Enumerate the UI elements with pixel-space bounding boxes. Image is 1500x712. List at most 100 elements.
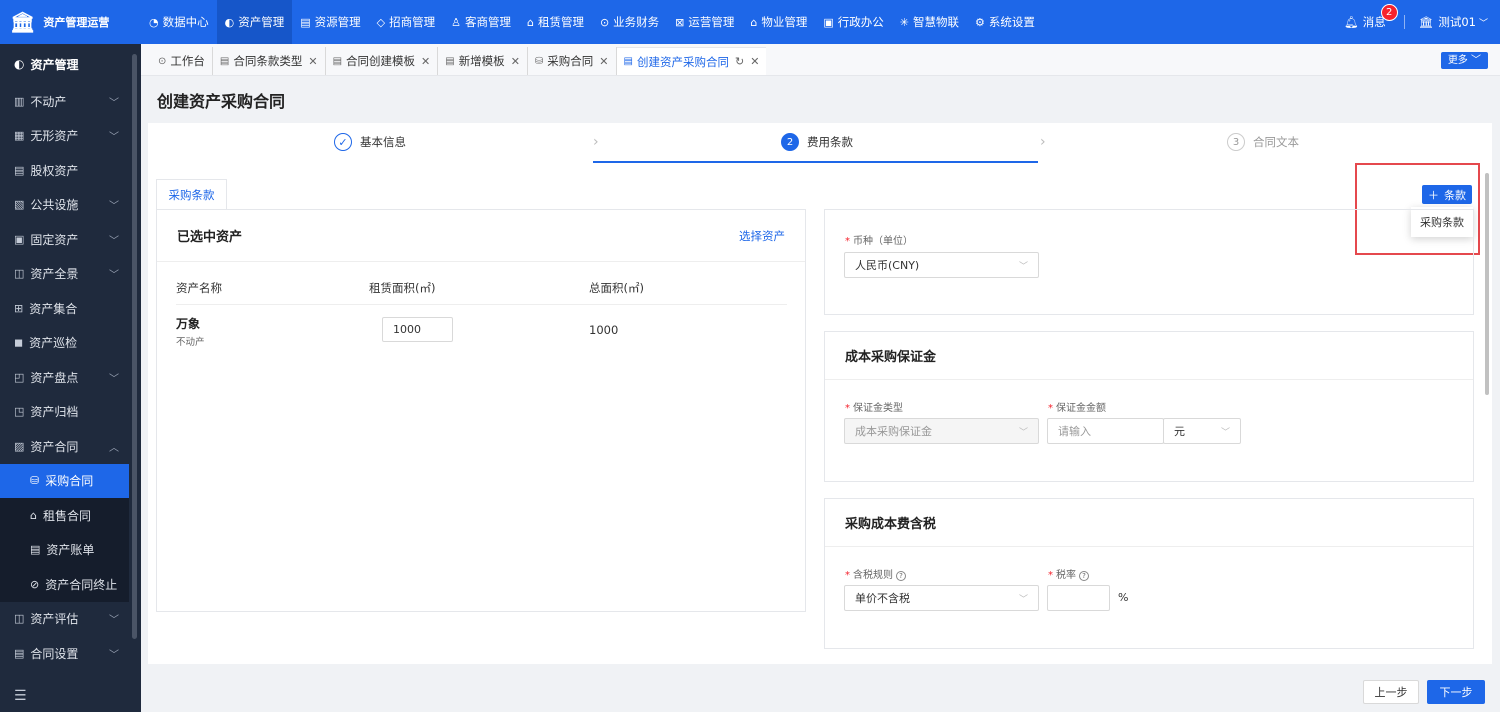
sidebar-item[interactable]: ◼ 资产巡检 xyxy=(0,326,141,361)
step-label: 合同文本 xyxy=(1253,135,1299,149)
selected-assets-panel: 已选中资产 选择资产 资产名称 租赁面积(㎡) 总面积(㎡) 万象 不动产 10… xyxy=(156,209,806,612)
chevron-down-icon: ﹀ xyxy=(1478,18,1488,29)
sidebar-subitem[interactable]: ⊘ 资产合同终止 xyxy=(0,567,129,602)
nav-item-label: 数据中心 xyxy=(162,15,209,29)
deposit-amount-label: * 保证金金额 xyxy=(1048,403,1106,414)
tab[interactable]: ▤ 合同条款类型 ✕ xyxy=(213,47,326,75)
iot-icon: ✳ xyxy=(899,15,909,29)
active-step-indicator xyxy=(593,161,1038,163)
panel-title: 已选中资产 xyxy=(177,230,243,245)
sidebar-item[interactable]: ◫ 资产全景 ﹀ xyxy=(0,257,141,292)
step-basic-info[interactable]: ✓ 基本信息 xyxy=(334,133,406,151)
chart-icon: ◔ xyxy=(149,15,159,29)
help-icon: ? xyxy=(896,571,906,581)
deposit-type-label: * 保证金类型 xyxy=(845,403,903,414)
more-button[interactable]: 更多 ﹀ xyxy=(1440,52,1488,69)
sidebar-item[interactable]: ▨ 资产合同 ︿ xyxy=(0,429,141,464)
nav-item[interactable]: ◐ 资产管理 xyxy=(216,0,293,44)
chevron-down-icon: ﹀ xyxy=(1018,261,1028,272)
close-icon[interactable]: ✕ xyxy=(599,55,608,68)
sidebar-item[interactable]: ▣ 固定资产 ﹀ xyxy=(0,222,141,257)
step-fee-terms[interactable]: 2 费用条款 xyxy=(781,133,853,151)
sidebar-subitem[interactable]: ⌂ 租售合同 xyxy=(0,498,129,533)
nav-item[interactable]: ◔ 数据中心 xyxy=(141,0,217,44)
menu-icon: ▤ xyxy=(14,163,25,177)
next-step-button[interactable]: 下一步 xyxy=(1427,680,1485,704)
top-navbar: 🏛 资产管理运营 ◔ 数据中心 ◐ 资产管理 ▤ 资源管理 ◇ 招商管理 ♙ 客商管理 ⌂ 租赁管理 ⊙… xyxy=(0,0,1500,44)
chevron-icon: ﹀ xyxy=(109,132,119,144)
sidebar-item-label: 公共设施 xyxy=(30,198,79,213)
sidebar-title: 资产管理 xyxy=(30,57,79,72)
step-label: 基本信息 xyxy=(360,135,406,149)
content-scrollbar[interactable] xyxy=(1485,173,1489,395)
currency-value: 人民币(CNY) xyxy=(855,259,920,272)
sidebar-subitem-label: 租售合同 xyxy=(42,508,91,523)
tax-rate-input[interactable] xyxy=(1047,585,1110,611)
user-name: 测试01 xyxy=(1438,15,1476,29)
tax-rule-value: 单价不含税 xyxy=(855,592,910,605)
user-menu[interactable]: 🏛 测试01 ﹀ xyxy=(1419,14,1488,30)
sidebar-item[interactable]: ▥ 不动产 ﹀ xyxy=(0,84,141,119)
select-assets-link[interactable]: 选择资产 xyxy=(739,228,785,244)
close-icon[interactable]: ✕ xyxy=(750,55,759,68)
deposit-unit-select[interactable]: 元 ﹀ xyxy=(1163,418,1241,444)
sidebar-item[interactable]: ▤ 股权资产 xyxy=(0,153,141,188)
menu-icon: ▦ xyxy=(14,129,25,143)
divider xyxy=(1403,15,1405,29)
add-clause-button[interactable]: ＋ 条款 xyxy=(1422,185,1472,204)
sidebar-subitem[interactable]: ▤ 资产账单 xyxy=(0,532,129,567)
sidebar-item[interactable]: ◫ 资产评估 ﹀ xyxy=(0,602,141,637)
nav-item[interactable]: ✳ 智慧物联 xyxy=(892,0,967,44)
nav-item-label: 行政办公 xyxy=(837,15,884,29)
nav-item[interactable]: ⚙ 系统设置 xyxy=(967,0,1043,44)
step-contract-text[interactable]: 3 合同文本 xyxy=(1227,133,1299,151)
tab[interactable]: ▤ 合同创建模板 ✕ xyxy=(326,47,439,75)
coin-icon: ⊙ xyxy=(599,15,610,29)
nav-item-label: 客商管理 xyxy=(464,15,511,29)
add-clause-label: 条款 xyxy=(1444,188,1466,202)
main-nav: ◔ 数据中心 ◐ 资产管理 ▤ 资源管理 ◇ 招商管理 ♙ 客商管理 ⌂ 租赁管理 ⊙ 业务财务 ⊠ 运营管理… xyxy=(141,0,1043,44)
tab-label: 新增模板 xyxy=(458,54,505,68)
currency-select[interactable]: 人民币(CNY) ﹀ xyxy=(844,252,1039,278)
tab[interactable]: ⛁ 采购合同 ✕ xyxy=(528,47,617,75)
tab[interactable]: ⊙ 工作台 xyxy=(151,47,213,75)
nav-item[interactable]: ⌂ 租赁管理 xyxy=(519,0,592,44)
deposit-type-select[interactable]: 成本采购保证金 ﹀ xyxy=(844,418,1039,444)
home-icon: ⌂ xyxy=(526,15,534,29)
nav-item[interactable]: ▣ 行政办公 xyxy=(815,0,891,44)
close-icon[interactable]: ✕ xyxy=(421,55,430,68)
app-logo[interactable]: 🏛 资产管理运营 xyxy=(0,0,141,44)
sidebar-item-label: 合同设置 xyxy=(30,646,79,661)
nav-item[interactable]: ▤ 资源管理 xyxy=(292,0,368,44)
sidebar-item[interactable]: ◳ 资产归档 xyxy=(0,395,141,430)
sidebar-item[interactable]: ▧ 公共设施 ﹀ xyxy=(0,188,141,223)
menu-icon: ▥ xyxy=(14,94,25,108)
close-icon[interactable]: ✕ xyxy=(511,55,520,68)
sidebar-scrollbar[interactable] xyxy=(132,54,137,639)
tab[interactable]: ▤ 新增模板 ✕ xyxy=(438,47,528,75)
sidebar: ◐ 资产管理 ▥ 不动产 ﹀ ▦ 无形资产 ﹀ ▤ 股权资产 ▧ 公共设施 ﹀ ▣ 固定资产 ﹀ ◫ 资产全景… xyxy=(0,44,141,712)
nav-item[interactable]: ⊙ 业务财务 xyxy=(592,0,667,44)
sidebar-subitem[interactable]: ⛁ 采购合同 xyxy=(0,463,129,498)
deposit-amount-input[interactable]: 请输入 xyxy=(1047,418,1164,444)
messages-button[interactable]: 🔔︎ 消息 2 xyxy=(1344,4,1398,30)
refresh-icon[interactable]: ↻ xyxy=(735,55,744,68)
menu-icon: ▣ xyxy=(14,232,25,246)
sidebar-item[interactable]: ◰ 资产盘点 ﹀ xyxy=(0,360,141,395)
chevron-icon: ﹀ xyxy=(109,270,119,282)
nav-item[interactable]: ◇ 招商管理 xyxy=(369,0,443,44)
tab[interactable]: ▤ 创建资产采购合同 ↻ ✕ xyxy=(616,47,767,75)
nav-item[interactable]: ⊠ 运营管理 xyxy=(667,0,742,44)
sidebar-item[interactable]: ▤ 合同设置 ﹀ xyxy=(0,636,141,671)
sidebar-subitem-label: 资产合同终止 xyxy=(45,577,118,592)
previous-step-button[interactable]: 上一步 xyxy=(1363,680,1419,704)
sidebar-item[interactable]: ▦ 无形资产 ﹀ xyxy=(0,119,141,154)
tax-rule-select[interactable]: 单价不含税 ﹀ xyxy=(844,585,1039,611)
close-icon[interactable]: ✕ xyxy=(308,55,317,68)
rent-area-input[interactable]: 1000 xyxy=(382,317,453,342)
collapse-menu-icon[interactable]: ☰ xyxy=(14,688,27,704)
tab-purchase-terms[interactable]: 采购条款 xyxy=(156,179,227,209)
nav-item[interactable]: ♙ 客商管理 xyxy=(443,0,519,44)
nav-item[interactable]: ⌂ 物业管理 xyxy=(742,0,815,44)
sidebar-item[interactable]: ⊞ 资产集合 xyxy=(0,291,141,326)
